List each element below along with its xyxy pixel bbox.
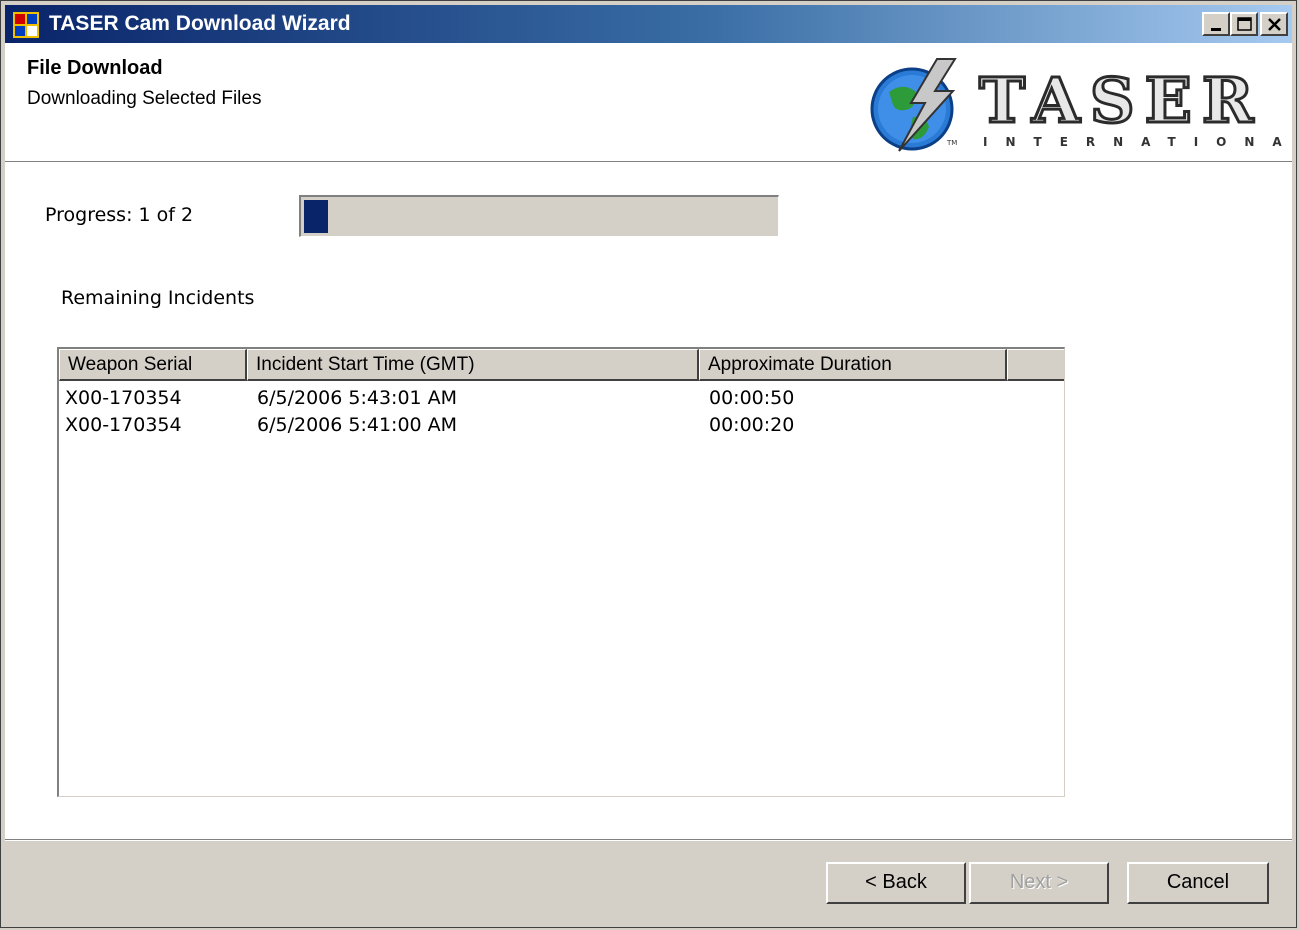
cancel-button[interactable]: Cancel bbox=[1127, 862, 1269, 904]
app-icon bbox=[13, 12, 39, 38]
page-subtitle: Downloading Selected Files bbox=[27, 88, 262, 109]
column-header-weapon-serial[interactable]: Weapon Serial bbox=[59, 349, 247, 381]
cell-approximate-duration: 00:00:20 bbox=[709, 414, 795, 436]
wizard-footer: < Back Next > Cancel bbox=[5, 840, 1292, 923]
next-button[interactable]: Next > bbox=[969, 862, 1109, 904]
cell-incident-start-time: 6/5/2006 5:41:00 AM bbox=[257, 414, 458, 436]
wizard-content: Progress: 1 of 2 Remaining Incidents Wea… bbox=[5, 162, 1292, 840]
window-title: TASER Cam Download Wizard bbox=[49, 12, 351, 35]
table-row[interactable]: X00-170354 6/5/2006 5:41:00 AM 00:00:20 bbox=[59, 412, 1064, 439]
back-button[interactable]: < Back bbox=[826, 862, 966, 904]
maximize-icon bbox=[1237, 17, 1252, 31]
close-icon bbox=[1268, 18, 1281, 31]
column-header-incident-start-time[interactable]: Incident Start Time (GMT) bbox=[247, 349, 699, 381]
progress-bar bbox=[299, 195, 779, 237]
page-title: File Download bbox=[27, 57, 163, 79]
cell-weapon-serial: X00-170354 bbox=[65, 387, 182, 409]
minimize-button[interactable] bbox=[1202, 12, 1230, 36]
progress-fill bbox=[304, 200, 328, 233]
title-bar[interactable]: TASER Cam Download Wizard bbox=[5, 5, 1292, 43]
table-row[interactable]: X00-170354 6/5/2006 5:43:01 AM 00:00:50 bbox=[59, 385, 1064, 412]
minimize-icon bbox=[1211, 28, 1221, 31]
logo-wordmark: TASER bbox=[977, 64, 1264, 137]
logo-subtitle: INTERNATIONAL bbox=[983, 135, 1299, 149]
taser-logo: TM TASER INTERNATIONAL bbox=[867, 57, 1299, 157]
incidents-list[interactable]: Weapon Serial Incident Start Time (GMT) … bbox=[57, 347, 1065, 797]
maximize-button[interactable] bbox=[1230, 12, 1258, 36]
column-header-approximate-duration[interactable]: Approximate Duration bbox=[699, 349, 1007, 381]
remaining-incidents-label: Remaining Incidents bbox=[61, 287, 255, 309]
wizard-header: File Download Downloading Selected Files… bbox=[5, 43, 1299, 162]
column-header-filler bbox=[1007, 349, 1064, 381]
wizard-window: TASER Cam Download Wizard File Download … bbox=[0, 0, 1299, 928]
cell-approximate-duration: 00:00:50 bbox=[709, 387, 795, 409]
progress-label: Progress: 1 of 2 bbox=[45, 204, 194, 226]
taser-globe-logo: TM bbox=[870, 58, 957, 152]
cell-incident-start-time: 6/5/2006 5:43:01 AM bbox=[257, 387, 458, 409]
logo-tm: TM bbox=[946, 139, 957, 147]
list-header: Weapon Serial Incident Start Time (GMT) … bbox=[59, 349, 1064, 381]
close-button[interactable] bbox=[1260, 12, 1288, 36]
cell-weapon-serial: X00-170354 bbox=[65, 414, 182, 436]
